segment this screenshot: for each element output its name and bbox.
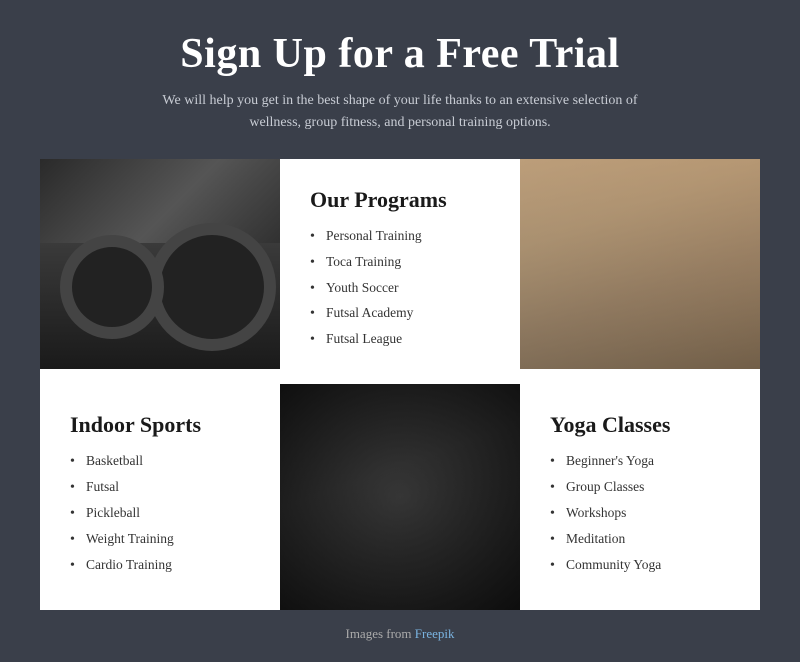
programs-cell: Our Programs Personal Training Toca Trai… (280, 159, 520, 384)
list-item: Futsal Academy (310, 304, 490, 323)
header: Sign Up for a Free Trial We will help yo… (40, 30, 760, 135)
list-item: Futsal League (310, 330, 490, 349)
footer: Images from Freepik (40, 626, 760, 642)
indoor-sports-title: Indoor Sports (70, 412, 250, 438)
list-item: Personal Training (310, 227, 490, 246)
programs-title: Our Programs (310, 187, 490, 213)
yoga-image-cell (520, 159, 760, 369)
list-item: Meditation (550, 530, 730, 549)
page-title: Sign Up for a Free Trial (40, 30, 760, 78)
list-item: Youth Soccer (310, 279, 490, 298)
programs-list: Personal Training Toca Training Youth So… (310, 227, 490, 349)
list-item: Pickleball (70, 504, 250, 523)
indoor-sports-list: Basketball Futsal Pickleball Weight Trai… (70, 452, 250, 574)
workout-image-cell (280, 384, 520, 609)
list-item: Group Classes (550, 478, 730, 497)
list-item: Toca Training (310, 253, 490, 272)
header-subtitle: We will help you get in the best shape o… (160, 90, 640, 135)
list-item: Basketball (70, 452, 250, 471)
page-container: Sign Up for a Free Trial We will help yo… (0, 0, 800, 662)
workout-image (280, 384, 520, 609)
list-item: Beginner's Yoga (550, 452, 730, 471)
list-item: Weight Training (70, 530, 250, 549)
footer-text: Images from (345, 626, 414, 641)
list-item: Community Yoga (550, 556, 730, 575)
yoga-classes-cell: Yoga Classes Beginner's Yoga Group Class… (520, 384, 760, 609)
gym-image (40, 159, 280, 369)
indoor-sports-cell: Indoor Sports Basketball Futsal Pickleba… (40, 384, 280, 609)
yoga-classes-list: Beginner's Yoga Group Classes Workshops … (550, 452, 730, 574)
gym-image-cell (40, 159, 280, 369)
main-grid: Our Programs Personal Training Toca Trai… (40, 159, 760, 610)
list-item: Futsal (70, 478, 250, 497)
list-item: Workshops (550, 504, 730, 523)
yoga-image (520, 159, 760, 369)
footer-link[interactable]: Freepik (415, 626, 455, 641)
yoga-classes-title: Yoga Classes (550, 412, 730, 438)
list-item: Cardio Training (70, 556, 250, 575)
